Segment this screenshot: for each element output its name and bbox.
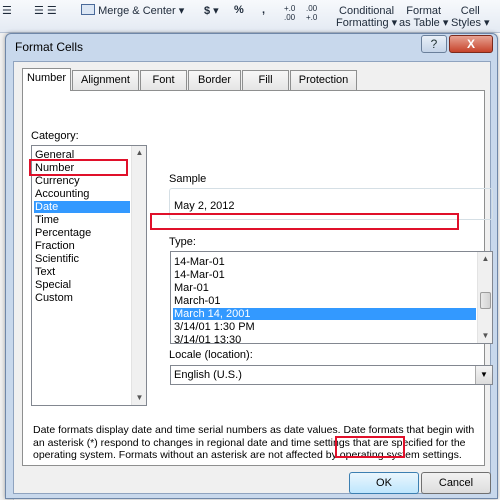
close-icon: X — [466, 37, 475, 51]
sample-value: May 2, 2012 — [174, 200, 235, 212]
type-item-selected[interactable]: March 14, 2001 — [173, 308, 476, 320]
chevron-down-icon[interactable]: ▼ — [475, 366, 492, 384]
close-button[interactable]: X — [449, 35, 493, 53]
format-description: Date formats display date and time seria… — [33, 424, 475, 461]
type-item[interactable]: 14-Mar-01 — [173, 269, 225, 281]
tab-number[interactable]: Number — [22, 68, 71, 91]
type-item[interactable]: March-01 — [173, 295, 220, 307]
merge-center-button[interactable]: Merge & Center ▾ — [81, 4, 184, 17]
dialog-title: Format Cells — [15, 40, 84, 54]
category-custom[interactable]: Custom — [34, 292, 73, 304]
conditional-formatting-button[interactable]: Conditional Formatting ▾ — [336, 5, 397, 29]
category-percentage[interactable]: Percentage — [34, 227, 91, 239]
align-icon[interactable]: ☰ — [2, 4, 12, 17]
category-text[interactable]: Text — [34, 266, 55, 278]
indent-icon[interactable]: ☰ ☰ — [34, 4, 57, 17]
excel-ribbon: ☰ ☰ ☰ Merge & Center ▾ $ ▾ % , +.0 .00 .… — [0, 0, 500, 33]
category-fraction[interactable]: Fraction — [34, 240, 75, 252]
category-date[interactable]: Date — [34, 201, 130, 213]
help-button[interactable]: ? — [421, 35, 447, 53]
scroll-down-icon[interactable]: ▼ — [480, 331, 491, 341]
category-list[interactable]: General Number Currency Accounting Date … — [31, 145, 147, 406]
type-scrollbar[interactable]: ▲ ▼ — [477, 252, 492, 343]
help-icon: ? — [430, 37, 438, 51]
type-item[interactable]: Mar-01 — [173, 282, 209, 294]
category-general[interactable]: General — [34, 149, 74, 161]
tab-border[interactable]: Border — [188, 70, 241, 90]
sample-box: May 2, 2012 — [169, 188, 493, 220]
increase-decimal-button[interactable]: +.0 .00 — [284, 4, 302, 22]
scroll-up-icon[interactable]: ▲ — [480, 254, 491, 264]
dialog-titlebar[interactable]: Format Cells ? X — [6, 34, 497, 60]
category-scrollbar[interactable]: ▲ ▼ — [131, 146, 146, 405]
cell-styles-button[interactable]: Cell Styles ▾ — [451, 5, 490, 29]
type-item[interactable]: 14-Mar-01 — [173, 256, 225, 268]
merge-icon — [81, 4, 95, 15]
type-list[interactable]: 14-Mar-01 14-Mar-01 Mar-01 March-01 Marc… — [170, 251, 493, 344]
tab-font[interactable]: Font — [140, 70, 187, 90]
category-accounting[interactable]: Accounting — [34, 188, 89, 200]
locale-select[interactable]: English (U.S.) ▼ — [170, 365, 493, 385]
scroll-down-icon[interactable]: ▼ — [134, 393, 145, 403]
cancel-button[interactable]: Cancel — [421, 472, 491, 494]
comma-button[interactable]: , — [262, 4, 265, 16]
ok-button[interactable]: OK — [349, 472, 419, 494]
format-as-table-button[interactable]: Format as Table ▾ — [399, 5, 448, 29]
category-label: Category: — [31, 130, 79, 142]
tab-protection[interactable]: Protection — [290, 70, 357, 90]
tab-fill[interactable]: Fill — [242, 70, 289, 90]
type-item[interactable]: 3/14/01 1:30 PM — [173, 321, 255, 333]
type-item[interactable]: 3/14/01 13:30 — [173, 334, 241, 343]
scroll-up-icon[interactable]: ▲ — [134, 148, 145, 158]
currency-button[interactable]: $ ▾ — [204, 4, 219, 17]
category-time[interactable]: Time — [34, 214, 59, 226]
category-special[interactable]: Special — [34, 279, 71, 291]
category-number[interactable]: Number — [34, 162, 74, 174]
type-label: Type: — [169, 236, 196, 248]
sample-label: Sample — [169, 173, 207, 185]
category-scientific[interactable]: Scientific — [34, 253, 79, 265]
locale-label: Locale (location): — [169, 349, 253, 361]
format-cells-dialog: Format Cells ? X Number Alignment Font B… — [5, 33, 498, 499]
locale-value: English (U.S.) — [174, 369, 242, 381]
number-tab-page: Category: General Number Currency Accoun… — [22, 90, 493, 466]
tab-alignment[interactable]: Alignment — [72, 70, 139, 90]
percent-button[interactable]: % — [234, 4, 244, 16]
scroll-thumb[interactable] — [480, 292, 491, 309]
decrease-decimal-button[interactable]: .00 +.0 — [306, 4, 324, 22]
category-currency[interactable]: Currency — [34, 175, 80, 187]
dialog-client: Number Alignment Font Border Fill Protec… — [13, 61, 493, 494]
